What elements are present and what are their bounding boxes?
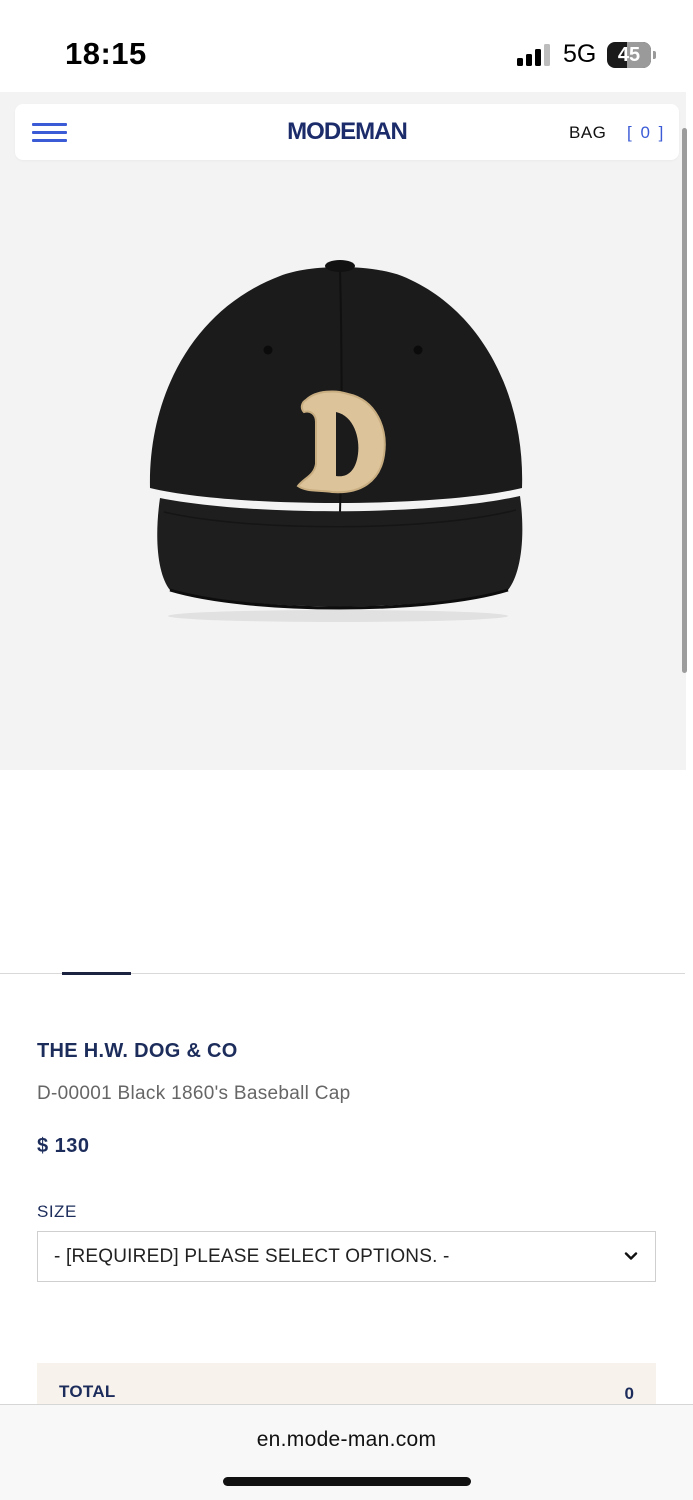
battery-level-text: 45 [617,44,641,66]
page-scrollbar[interactable] [682,128,687,673]
size-select-value: - [REQUIRED] PLEASE SELECT OPTIONS. - [54,1246,450,1267]
bag-count[interactable]: [ 0 ] [627,123,665,143]
site-header: MODEMAN BAG [ 0 ] [15,104,679,160]
browser-address-bar[interactable]: en.mode-man.com [0,1404,693,1500]
size-select[interactable]: - [REQUIRED] PLEASE SELECT OPTIONS. - [37,1231,656,1282]
total-label: TOTAL [59,1382,116,1401]
status-time: 18:15 [65,36,147,71]
total-value: 0 [624,1384,634,1403]
bag-link[interactable]: BAG [569,123,606,143]
size-label: SIZE [37,1202,77,1221]
battery-icon: 45 [607,42,656,68]
gallery-pager-indicator [62,972,131,975]
product-price: $ 130 [37,1135,90,1157]
url-text[interactable]: en.mode-man.com [0,1428,693,1452]
product-image[interactable] [140,250,532,630]
status-bar: 18:15 5G 45 [0,0,693,92]
chevron-down-icon [624,1252,638,1260]
cellular-signal-icon [517,44,553,66]
home-indicator[interactable] [223,1477,471,1486]
product-name: D-00001 Black 1860's Baseball Cap [37,1083,351,1104]
product-brand[interactable]: THE H.W. DOG & CO [37,1040,238,1063]
network-type: 5G [563,40,597,68]
